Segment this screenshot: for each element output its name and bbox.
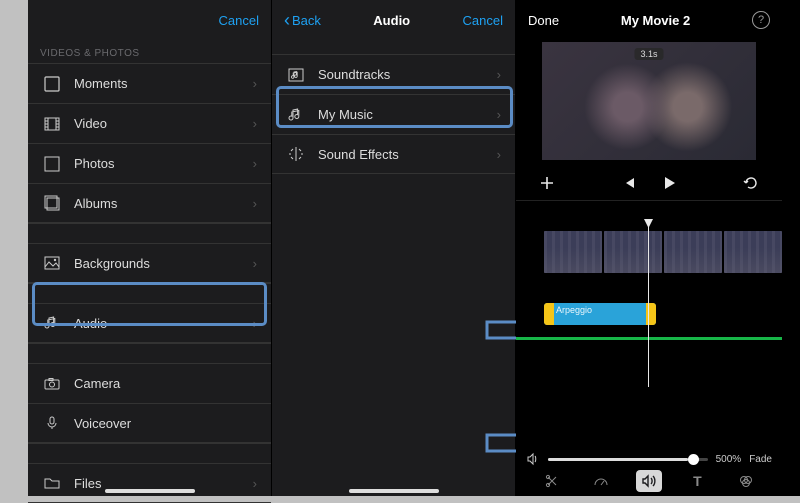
row-albums[interactable]: Albums › (28, 183, 271, 223)
volume-row: 500% Fade (516, 452, 782, 466)
playhead[interactable] (648, 225, 649, 387)
albums-icon (42, 195, 62, 211)
page-title: Audio (373, 13, 410, 28)
backgrounds-icon (42, 255, 62, 271)
section-label: VIDEOS & PHOTOS (28, 40, 271, 63)
video-clip-thumb[interactable] (664, 231, 722, 273)
volume-tool[interactable] (636, 470, 662, 492)
row-audio[interactable]: Audio › (28, 303, 271, 343)
row-backgrounds[interactable]: Backgrounds › (28, 243, 271, 283)
video-clip-thumb[interactable] (724, 231, 782, 273)
project-title: My Movie 2 (621, 13, 690, 28)
fade-button[interactable]: Fade (749, 454, 772, 465)
chevron-right-icon: › (497, 147, 501, 162)
topbar: Cancel (28, 0, 271, 40)
row-photos[interactable]: Photos › (28, 143, 271, 183)
soundfx-icon (286, 146, 306, 162)
split-tool[interactable] (539, 470, 565, 492)
row-label: Moments (74, 76, 127, 91)
row-label: Video (74, 116, 107, 131)
chevron-right-icon: › (253, 476, 257, 491)
editor-pane: Done My Movie 2 ? 3.1s Arp (516, 0, 782, 496)
time-badge: 3.1s (634, 48, 663, 60)
row-label: Albums (74, 196, 117, 211)
row-label: Voiceover (74, 416, 131, 431)
speed-tool[interactable] (588, 470, 614, 492)
row-soundfx[interactable]: Sound Effects › (272, 134, 515, 174)
home-indicator (349, 489, 439, 493)
video-track[interactable] (516, 231, 782, 273)
timeline[interactable]: Arpeggio (516, 207, 782, 387)
chevron-left-icon: ‹ (284, 11, 290, 29)
audio-icon (42, 315, 62, 331)
chevron-right-icon: › (253, 196, 257, 211)
row-label: Camera (74, 376, 120, 391)
volume-icon (526, 452, 540, 466)
chevron-right-icon: › (253, 256, 257, 271)
titles-tool[interactable]: T (684, 470, 710, 492)
video-clip-thumb[interactable] (604, 231, 662, 273)
home-indicator (105, 489, 195, 493)
filters-tool[interactable] (733, 470, 759, 492)
topbar: ‹ Back Audio Cancel (272, 0, 515, 40)
row-label: Backgrounds (74, 256, 150, 271)
camera-icon (42, 376, 62, 392)
row-label: Files (74, 476, 101, 491)
chevron-right-icon: › (253, 316, 257, 331)
play-button[interactable] (661, 175, 677, 191)
back-button[interactable]: ‹ Back (284, 11, 321, 29)
row-mymusic[interactable]: My Music › (272, 94, 515, 134)
preview-viewer: 3.1s (542, 42, 756, 160)
chevron-right-icon: › (253, 76, 257, 91)
voiceover-icon (42, 415, 62, 431)
clip-tool-row: T (516, 466, 782, 496)
row-label: Photos (74, 156, 114, 171)
row-label: Soundtracks (318, 67, 390, 82)
slider-knob[interactable] (688, 454, 699, 465)
photos-icon (42, 156, 62, 172)
topbar: Done My Movie 2 ? (516, 0, 782, 40)
moments-icon (42, 76, 62, 92)
chevron-right-icon: › (497, 107, 501, 122)
add-media-button[interactable] (538, 174, 556, 192)
row-voiceover[interactable]: Voiceover (28, 403, 271, 443)
transport-controls (516, 166, 782, 196)
row-files[interactable]: Files › (28, 463, 271, 503)
rewind-button[interactable] (621, 175, 637, 191)
row-camera[interactable]: Camera (28, 363, 271, 403)
row-label: Audio (74, 316, 107, 331)
done-button[interactable]: Done (528, 13, 559, 28)
mymusic-icon (286, 107, 306, 123)
cancel-button[interactable]: Cancel (463, 13, 503, 28)
row-moments[interactable]: Moments › (28, 63, 271, 103)
row-video[interactable]: Video › (28, 103, 271, 143)
volume-slider[interactable] (548, 458, 708, 461)
chevron-right-icon: › (253, 156, 257, 171)
video-clip-thumb[interactable] (544, 231, 602, 273)
volume-value: 500% (716, 454, 742, 465)
row-soundtracks[interactable]: Soundtracks › (272, 54, 515, 94)
undo-button[interactable] (742, 174, 760, 192)
row-label: Sound Effects (318, 147, 399, 162)
green-audio-track[interactable] (516, 337, 782, 340)
help-button[interactable]: ? (752, 11, 770, 29)
audio-picker-pane: ‹ Back Audio Cancel Soundtracks › My Mus… (272, 0, 516, 496)
files-icon (42, 475, 62, 491)
chevron-right-icon: › (497, 67, 501, 82)
media-picker-pane: Cancel VIDEOS & PHOTOS Moments › Video ›… (28, 0, 272, 496)
back-label: Back (292, 13, 321, 28)
audio-clip[interactable]: Arpeggio (544, 303, 656, 325)
cancel-button[interactable]: Cancel (219, 13, 259, 28)
clip-handle-left[interactable] (544, 303, 554, 325)
chevron-right-icon: › (253, 116, 257, 131)
row-label: My Music (318, 107, 373, 122)
video-icon (42, 116, 62, 132)
soundtracks-icon (286, 67, 306, 83)
clip-label: Arpeggio (556, 305, 592, 315)
